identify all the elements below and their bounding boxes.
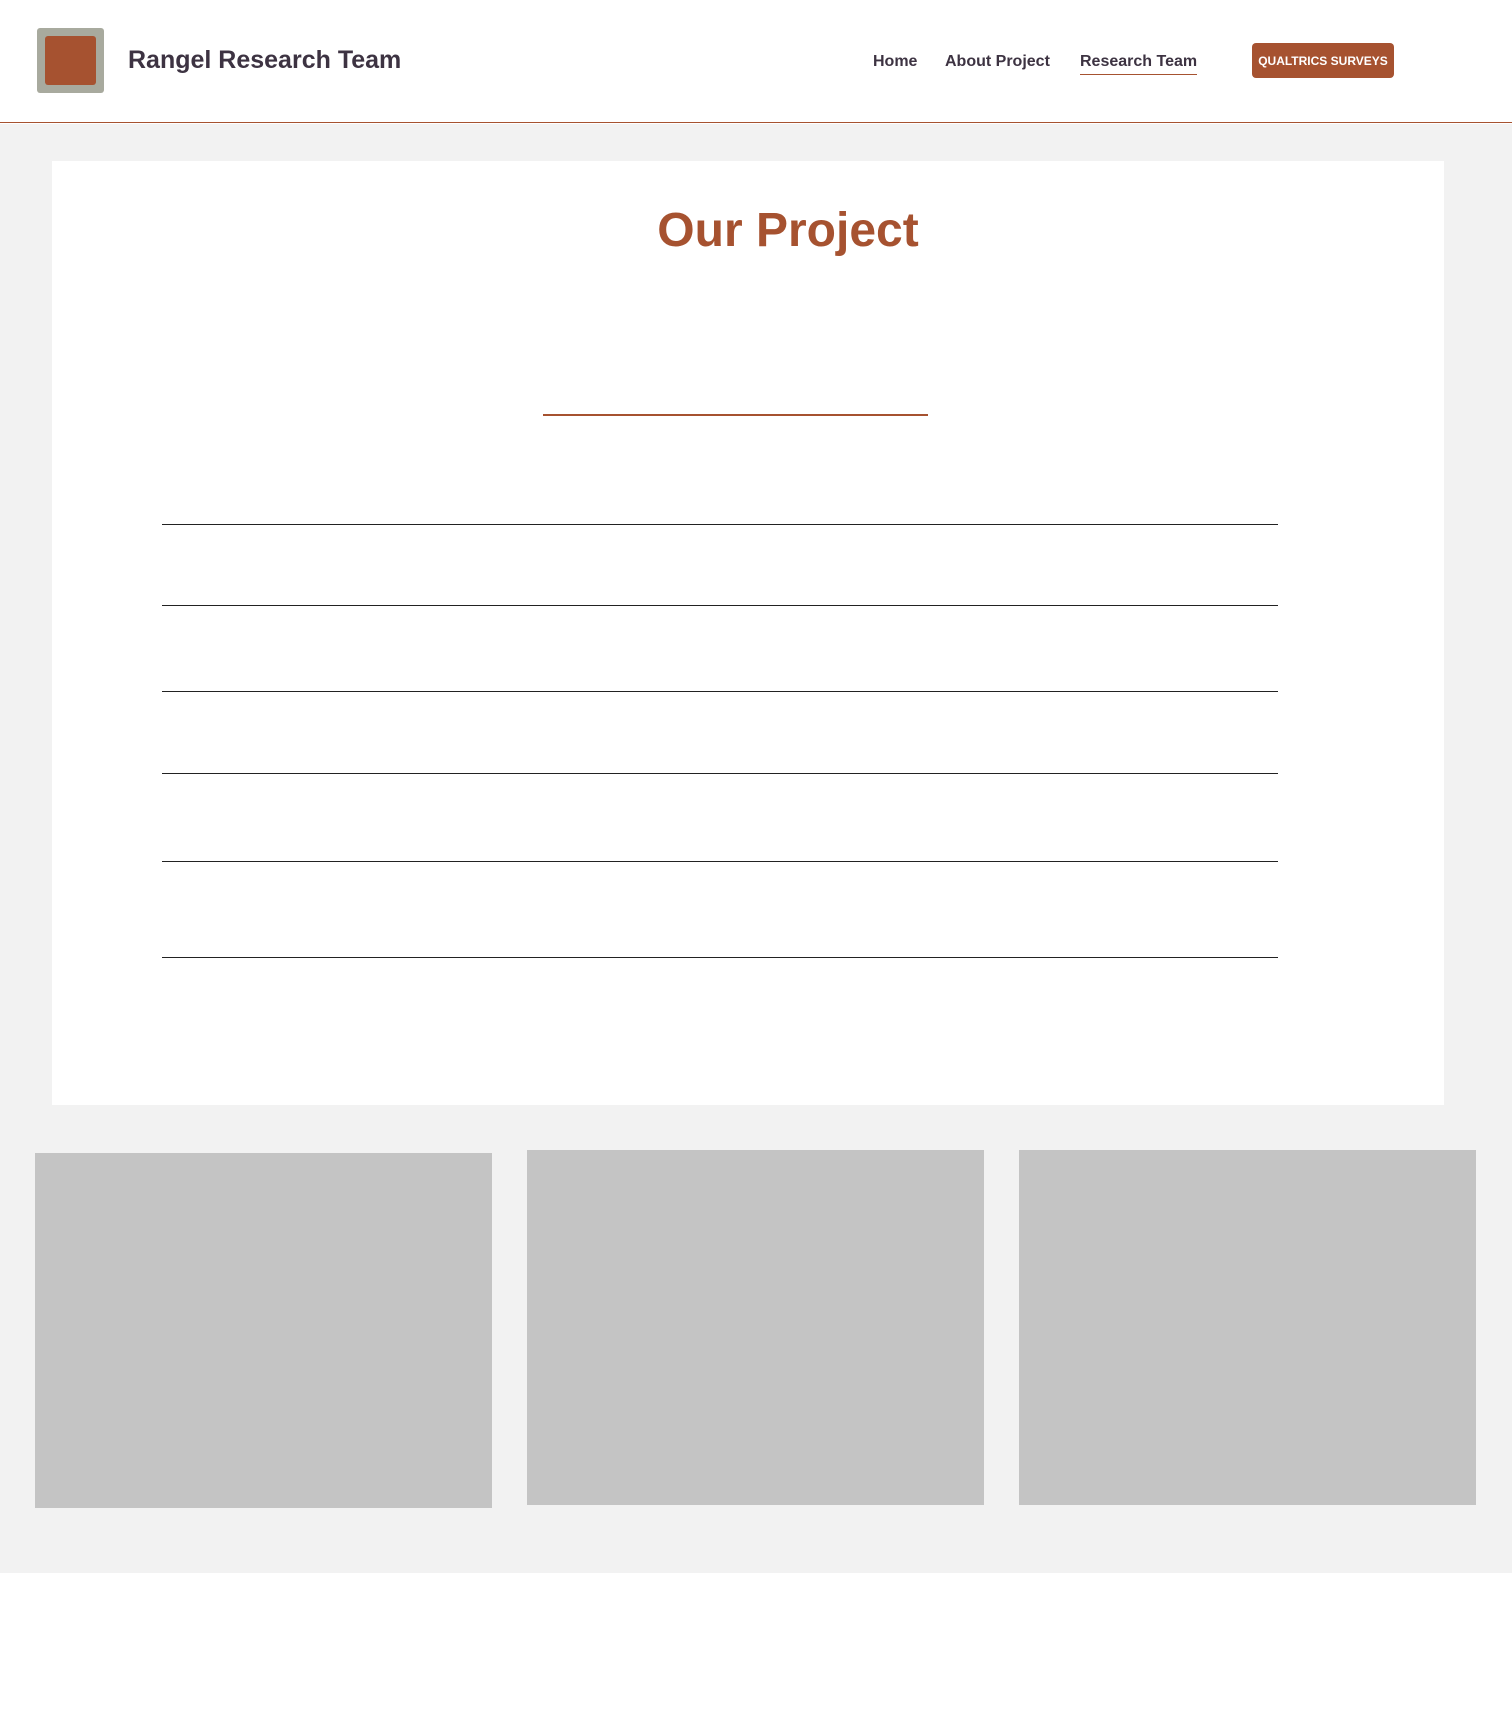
content-divider-2 [162, 605, 1278, 606]
content-divider-5 [162, 861, 1278, 862]
content-divider-4 [162, 773, 1278, 774]
site-header: Rangel Research Team Home About Project … [0, 0, 1512, 123]
qualtrics-surveys-button[interactable]: QUALTRICS SURVEYS [1252, 43, 1394, 78]
site-title[interactable]: Rangel Research Team [128, 46, 401, 75]
content-divider-6 [162, 957, 1278, 958]
logo-inner-square [45, 36, 96, 85]
content-divider-1 [162, 524, 1278, 525]
page-title: Our Project [657, 204, 919, 257]
nav-home-link[interactable]: Home [873, 52, 917, 72]
image-placeholder-1 [35, 1153, 492, 1508]
content-divider-3 [162, 691, 1278, 692]
image-placeholder-2 [527, 1150, 984, 1505]
site-logo-icon[interactable] [37, 28, 104, 93]
title-underline-divider [543, 414, 928, 416]
image-placeholder-3 [1019, 1150, 1476, 1505]
nav-research-team-link[interactable]: Research Team [1080, 52, 1198, 75]
project-card: Our Project [52, 161, 1444, 1105]
nav-about-project-link[interactable]: About Project [945, 52, 1050, 72]
